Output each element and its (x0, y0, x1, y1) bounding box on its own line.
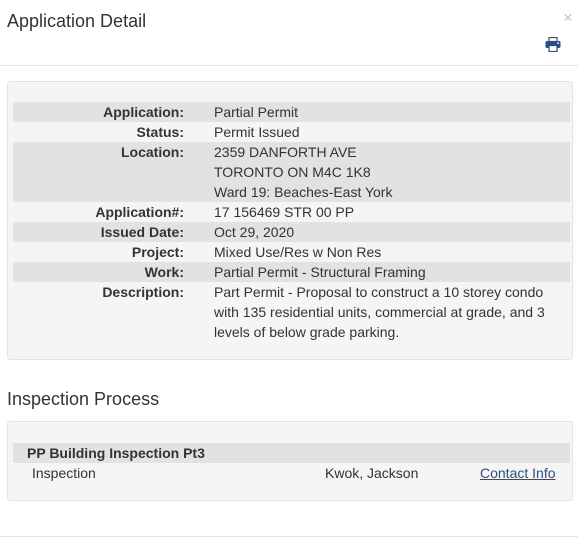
detail-row-description: Description: Part Permit - Proposal to c… (13, 282, 570, 342)
detail-value-line: Part Permit - Proposal to construct a 10… (214, 284, 544, 300)
detail-value-line: Ward 19: Beaches-East York (214, 184, 393, 200)
detail-value: Partial Permit - Structural Framing (214, 262, 564, 282)
detail-row-project: Project: Mixed Use/Res w Non Res (13, 242, 570, 262)
header-divider (0, 65, 578, 66)
detail-row-issued-date: Issued Date: Oct 29, 2020 (13, 222, 570, 242)
detail-value: 17 156469 STR 00 PP (214, 202, 564, 222)
detail-value: Partial Permit (214, 102, 564, 122)
detail-value: 2359 DANFORTH AVE TORONTO ON M4C 1K8 War… (214, 142, 564, 202)
detail-label: Work: (144, 264, 184, 280)
detail-value: Mixed Use/Res w Non Res (214, 242, 564, 262)
detail-value-line: Mixed Use/Res w Non Res (214, 244, 382, 260)
inspection-panel: PP Building Inspection Pt3 Inspection Kw… (7, 421, 573, 501)
detail-value: Permit Issued (214, 122, 564, 142)
detail-value-line: Permit Issued (214, 124, 300, 140)
inspection-section-title: Inspection Process (7, 389, 160, 409)
footer-divider (0, 536, 578, 537)
detail-value-line: Oct 29, 2020 (214, 224, 295, 240)
detail-label: Project: (131, 244, 184, 260)
detail-value: Oct 29, 2020 (214, 222, 564, 242)
detail-label: Application#: (95, 204, 184, 220)
inspection-group-header: PP Building Inspection Pt3 (13, 443, 570, 463)
detail-value-line: 2359 DANFORTH AVE (214, 144, 357, 160)
detail-row-work: Work: Partial Permit - Structural Framin… (13, 262, 570, 282)
detail-row-location: Location: 2359 DANFORTH AVE TORONTO ON M… (13, 142, 570, 202)
inspector-name: Kwok, Jackson (325, 465, 419, 481)
detail-row-application-number: Application#: 17 156469 STR 00 PP (13, 202, 570, 222)
detail-label: Issued Date: (100, 224, 184, 240)
page-title: Application Detail (7, 11, 147, 31)
detail-row-status: Status: Permit Issued (13, 122, 570, 142)
detail-label: Description: (102, 284, 184, 300)
detail-value-line: levels of below grade parking. (214, 324, 400, 340)
contact-info-link[interactable]: Contact Info (480, 463, 556, 483)
printer-icon[interactable] (545, 36, 561, 57)
detail-label: Application: (103, 104, 184, 120)
details-panel: Application: Partial Permit Status: Perm… (7, 81, 573, 360)
inspection-type: Inspection (32, 465, 96, 481)
close-icon[interactable]: × (563, 9, 573, 26)
detail-value-line: Partial Permit - Structural Framing (214, 264, 426, 280)
detail-label: Location: (121, 144, 184, 160)
detail-value-line: Partial Permit (214, 104, 299, 120)
detail-row-application: Application: Partial Permit (13, 102, 570, 122)
detail-value: Part Permit - Proposal to construct a 10… (214, 282, 564, 342)
detail-value-line: TORONTO ON M4C 1K8 (214, 164, 371, 180)
detail-value-line: with 135 residential units, commercial a… (214, 304, 545, 320)
detail-value-line: 17 156469 STR 00 PP (214, 204, 355, 220)
detail-label: Status: (136, 124, 184, 140)
